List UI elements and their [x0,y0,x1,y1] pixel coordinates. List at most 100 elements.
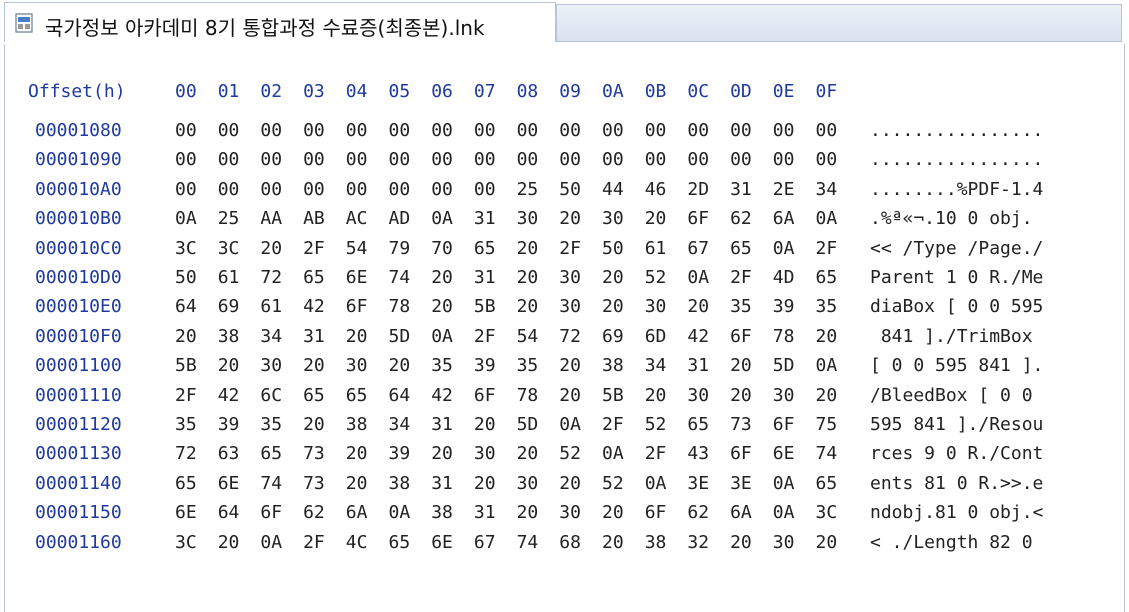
ascii-text[interactable]: ................ [870,120,1043,141]
hex-byte[interactable]: 00 [474,179,496,200]
hex-byte[interactable]: 6A [773,208,795,229]
hex-byte[interactable]: 61 [218,267,240,288]
hex-byte[interactable]: 20 [645,385,667,406]
hex-byte[interactable]: 42 [218,385,240,406]
hex-byte[interactable]: 31 [474,267,496,288]
hex-byte[interactable]: 0A [602,443,624,464]
hex-byte[interactable]: 79 [389,238,411,259]
hex-byte[interactable]: 4D [773,267,795,288]
hex-byte[interactable]: 6F [474,385,496,406]
hex-byte[interactable]: 00 [389,149,411,170]
hex-byte[interactable]: 30 [517,473,539,494]
hex-byte[interactable]: 44 [602,179,624,200]
hex-byte[interactable]: 42 [303,296,325,317]
hex-byte[interactable]: AC [346,208,368,229]
hex-byte[interactable]: 00 [260,179,282,200]
hex-byte[interactable]: 35 [816,296,838,317]
hex-byte[interactable]: 52 [645,414,667,435]
hex-byte[interactable]: 3C [175,532,197,553]
hex-byte[interactable]: 20 [517,238,539,259]
hex-byte[interactable]: 2F [645,443,667,464]
ascii-text[interactable]: Parent 1 0 R./Me [870,267,1043,288]
hex-byte[interactable]: 30 [346,355,368,376]
hex-byte[interactable]: 6F [773,414,795,435]
hex-byte[interactable]: 5D [517,414,539,435]
hex-byte[interactable]: 0A [431,326,453,347]
hex-byte[interactable]: 0A [260,532,282,553]
hex-byte[interactable]: 35 [517,355,539,376]
hex-byte[interactable]: 20 [645,208,667,229]
hex-byte[interactable]: 20 [816,532,838,553]
file-tab[interactable]: 국가정보 아카데미 8기 통합과정 수료증(최종본).lnk [4,2,556,42]
hex-byte[interactable]: 20 [431,443,453,464]
hex-byte[interactable]: 00 [346,179,368,200]
hex-byte[interactable]: 00 [303,120,325,141]
hex-byte[interactable]: 00 [389,120,411,141]
hex-byte[interactable]: 6D [645,326,667,347]
hex-byte[interactable]: 73 [730,414,752,435]
hex-byte[interactable]: 00 [474,120,496,141]
hex-byte[interactable]: 20 [559,385,581,406]
hex-byte[interactable]: 20 [816,385,838,406]
hex-byte[interactable]: 20 [559,208,581,229]
hex-byte[interactable]: 50 [559,179,581,200]
hex-byte[interactable]: 35 [260,414,282,435]
hex-byte[interactable]: 0A [773,238,795,259]
hex-byte[interactable]: 00 [773,120,795,141]
ascii-text[interactable]: rces 9 0 R./Cont [870,443,1043,464]
hex-byte[interactable]: 0A [773,502,795,523]
hex-byte[interactable]: 2F [602,414,624,435]
hex-byte[interactable]: 20 [602,267,624,288]
ascii-text[interactable]: .%ª«¬­.10 0 obj. [870,208,1033,229]
hex-byte[interactable]: 30 [645,296,667,317]
hex-byte[interactable]: 31 [687,355,709,376]
hex-byte[interactable]: 64 [218,502,240,523]
hex-byte[interactable]: 3E [730,473,752,494]
hex-byte[interactable]: AB [303,208,325,229]
hex-byte[interactable]: 30 [260,355,282,376]
hex-byte[interactable]: 6F [730,326,752,347]
hex-byte[interactable]: 20 [175,326,197,347]
hex-byte[interactable]: 6F [687,208,709,229]
hex-byte[interactable]: 20 [260,238,282,259]
hex-byte[interactable]: 20 [303,355,325,376]
hex-byte[interactable]: 20 [730,532,752,553]
ascii-text[interactable]: ................ [870,149,1043,170]
hex-byte[interactable]: 30 [517,208,539,229]
hex-byte[interactable]: 65 [346,385,368,406]
hex-byte[interactable]: 65 [260,443,282,464]
hex-byte[interactable]: 20 [431,296,453,317]
hex-byte[interactable]: 38 [602,355,624,376]
hex-byte[interactable]: 74 [260,473,282,494]
hex-byte[interactable]: 62 [730,208,752,229]
hex-byte[interactable]: 73 [303,473,325,494]
hex-byte[interactable]: 20 [431,267,453,288]
hex-byte[interactable]: 20 [517,267,539,288]
hex-byte[interactable]: 00 [687,120,709,141]
hex-byte[interactable]: 0A [687,267,709,288]
hex-byte[interactable]: 20 [218,355,240,376]
hex-byte[interactable]: 74 [517,532,539,553]
hex-byte[interactable]: 5B [474,296,496,317]
hex-byte[interactable]: 65 [303,385,325,406]
hex-byte[interactable]: 6F [346,296,368,317]
hex-byte[interactable]: 32 [687,532,709,553]
hex-byte[interactable]: 30 [687,385,709,406]
hex-byte[interactable]: 64 [175,296,197,317]
hex-byte[interactable]: 72 [559,326,581,347]
hex-byte[interactable]: 65 [389,532,411,553]
hex-byte[interactable]: 00 [431,149,453,170]
hex-byte[interactable]: 35 [175,414,197,435]
hex-byte[interactable]: 30 [559,502,581,523]
hex-byte[interactable]: 39 [389,443,411,464]
hex-byte[interactable]: 0A [389,502,411,523]
hex-byte[interactable]: 20 [218,532,240,553]
hex-byte[interactable]: 00 [645,120,667,141]
hex-byte[interactable]: 00 [175,120,197,141]
hex-byte[interactable]: 34 [260,326,282,347]
hex-byte[interactable]: 67 [687,238,709,259]
hex-byte[interactable]: 69 [218,296,240,317]
hex-byte[interactable]: 6E [218,473,240,494]
hex-byte[interactable]: 6A [730,502,752,523]
hex-byte[interactable]: 31 [474,502,496,523]
